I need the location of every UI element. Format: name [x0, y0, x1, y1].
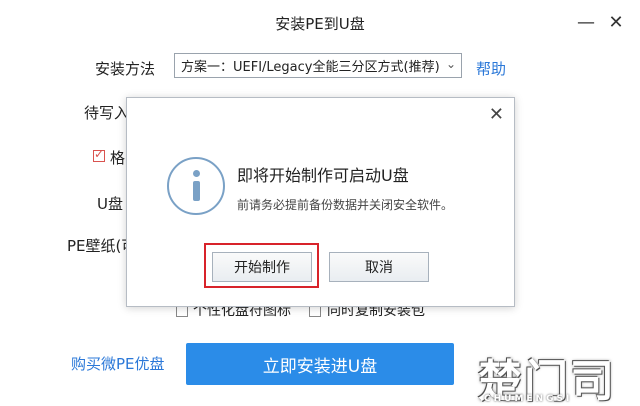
install-to-usb-button[interactable]: 立即安装进U盘 [186, 343, 454, 385]
usb-label: U盘 [97, 195, 123, 213]
install-method-value: 方案一：UEFI/Legacy全能三分区方式(推荐) [181, 60, 440, 75]
buy-usb-link[interactable]: 购买微PE优盘 [71, 353, 165, 374]
wallpaper-label: PE壁纸(可 [67, 237, 126, 255]
chevron-down-icon: ⌄ [445, 57, 456, 71]
help-link[interactable]: 帮助 [476, 58, 506, 79]
dialog-message: 前请务必提前备份数据并关闭安全软件。 [237, 198, 454, 212]
close-window-icon[interactable]: ✕ [604, 10, 628, 34]
install-method-label: 安装方法 [95, 60, 156, 78]
window-title: 安装PE到U盘 [275, 15, 365, 33]
watermark-subtext: CHUMENGSI [484, 394, 573, 404]
confirm-dialog: ✕ 即将开始制作可启动U盘 前请务必提前备份数据并关闭安全软件。 开始制作 取消 [126, 97, 515, 307]
cancel-button[interactable]: 取消 [329, 252, 429, 282]
close-dialog-icon[interactable]: ✕ [489, 104, 504, 125]
title-bar: 安装PE到U盘 — ✕ [0, 0, 640, 44]
watermark: 楚门司 CHUMENGSI [470, 345, 640, 406]
highlight-box [204, 243, 319, 288]
dialog-heading: 即将开始制作可启动U盘 [237, 166, 409, 185]
target-label: 待写入 [84, 104, 126, 122]
format-checkbox[interactable] [93, 147, 105, 162]
minimize-icon[interactable]: — [574, 10, 598, 34]
format-label: 格 [110, 149, 126, 167]
info-icon [167, 157, 225, 215]
install-method-select[interactable]: 方案一：UEFI/Legacy全能三分区方式(推荐) ⌄ [174, 53, 462, 78]
